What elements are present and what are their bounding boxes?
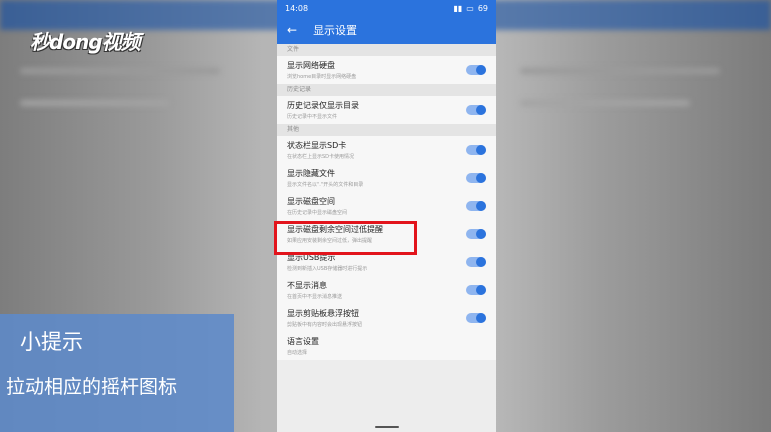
settings-row[interactable]: 显示网络硬盘浏览home目录时显示网络硬盘 bbox=[277, 56, 496, 84]
back-arrow-icon[interactable]: ← bbox=[287, 23, 297, 37]
settings-row-desc: 如果应用安装剩余空间过低，弹出提醒 bbox=[287, 238, 373, 244]
toggle-switch[interactable] bbox=[466, 285, 486, 295]
settings-row-label: 显示剪贴板悬浮按钮 bbox=[287, 309, 359, 318]
settings-row-desc: 在首页中不显示消息推送 bbox=[287, 294, 343, 300]
battery-level: 69 bbox=[477, 3, 488, 13]
signal-icon: ▮▮ bbox=[453, 3, 463, 13]
phone-screen: 14:08 ▮▮ ▭ 69 ← 显示设置 文件显示网络硬盘浏览home目录时显示… bbox=[277, 0, 496, 432]
toggle-switch[interactable] bbox=[466, 65, 486, 75]
toggle-switch[interactable] bbox=[466, 313, 486, 323]
settings-row-text: 显示磁盘剩余空间过低提醒 如果应用安装剩余空间过低，弹出提醒 bbox=[287, 224, 383, 244]
settings-row-desc: 历史记录中不显示文件 bbox=[287, 114, 338, 120]
settings-row[interactable]: 显示USB提示检测到新插入USB存储器时进行提示 bbox=[277, 248, 496, 276]
status-time: 14:08 bbox=[285, 3, 309, 13]
settings-row[interactable]: 历史记录仅显示目录 历史记录中不显示文件 bbox=[277, 96, 496, 124]
settings-row[interactable]: 显示磁盘空间在历史记录中显示磁盘空间 bbox=[277, 192, 496, 220]
blurred-line bbox=[20, 100, 170, 106]
blurred-line bbox=[520, 100, 690, 106]
nav-bar bbox=[277, 422, 496, 432]
settings-row-desc: 浏览home目录时显示网络硬盘 bbox=[287, 74, 357, 80]
settings-row-text: 显示USB提示检测到新插入USB存储器时进行提示 bbox=[287, 252, 367, 272]
settings-row[interactable]: 语言设置 自动选择 bbox=[277, 332, 496, 360]
settings-row-text: 状态栏显示SD卡在状态栏上显示SD卡使用情况 bbox=[287, 140, 354, 160]
settings-row[interactable]: 不显示消息在首页中不显示消息推送 bbox=[277, 276, 496, 304]
toggle-switch[interactable] bbox=[466, 145, 486, 155]
settings-row-label: 语言设置 bbox=[287, 337, 319, 346]
settings-row-desc: 检测到新插入USB存储器时进行提示 bbox=[287, 266, 368, 272]
settings-row-label: 显示USB提示 bbox=[287, 253, 336, 262]
settings-row[interactable]: 显示隐藏文件显示文件名以"."开头的文件和目录 bbox=[277, 164, 496, 192]
settings-list: 文件显示网络硬盘浏览home目录时显示网络硬盘历史记录历史记录仅显示目录 历史记录… bbox=[277, 44, 496, 360]
settings-row-text: 显示网络硬盘浏览home目录时显示网络硬盘 bbox=[287, 60, 356, 80]
settings-row-desc: 显示文件名以"."开头的文件和目录 bbox=[287, 182, 364, 188]
tip-body: 拉动相应的摇杆图标 bbox=[6, 376, 178, 398]
settings-row-label: 状态栏显示SD卡 bbox=[287, 141, 347, 150]
settings-row-text: 显示隐藏文件显示文件名以"."开头的文件和目录 bbox=[287, 168, 363, 188]
section-header: 文件 bbox=[277, 44, 496, 56]
toggle-switch[interactable] bbox=[466, 105, 486, 115]
settings-row-desc: 自动选择 bbox=[287, 350, 308, 356]
blurred-line bbox=[520, 68, 720, 74]
settings-row-desc: 在历史记录中显示磁盘空间 bbox=[287, 210, 348, 216]
settings-row-label: 显示磁盘剩余空间过低提醒 bbox=[287, 225, 383, 234]
settings-row-desc: 在状态栏上显示SD卡使用情况 bbox=[287, 154, 355, 160]
settings-row-label: 历史记录仅显示目录 bbox=[287, 101, 359, 110]
toggle-switch[interactable] bbox=[466, 257, 486, 267]
settings-row[interactable]: 状态栏显示SD卡在状态栏上显示SD卡使用情况 bbox=[277, 136, 496, 164]
toggle-switch[interactable] bbox=[466, 173, 486, 183]
battery-icon: ▭ bbox=[466, 3, 474, 13]
section-header: 历史记录 bbox=[277, 84, 496, 96]
watermark-logo: 秒dong视频 bbox=[30, 30, 141, 54]
app-bar: ← 显示设置 bbox=[277, 16, 496, 44]
page-title: 显示设置 bbox=[313, 24, 358, 37]
toggle-switch[interactable] bbox=[466, 201, 486, 211]
settings-row-text: 显示磁盘空间在历史记录中显示磁盘空间 bbox=[287, 196, 347, 216]
settings-row[interactable]: 显示磁盘剩余空间过低提醒 如果应用安装剩余空间过低，弹出提醒 bbox=[277, 220, 496, 248]
tip-title: 小提示 bbox=[20, 330, 83, 354]
tip-panel: 小提示 拉动相应的摇杆图标 bbox=[0, 314, 234, 432]
settings-row-desc: 剪贴板中有内容时会出现悬浮按钮 bbox=[287, 322, 363, 328]
settings-row-label: 显示网络硬盘 bbox=[287, 61, 335, 70]
settings-row-text: 语言设置 自动选择 bbox=[287, 336, 319, 356]
home-indicator[interactable] bbox=[374, 426, 399, 428]
settings-row-label: 显示隐藏文件 bbox=[287, 169, 335, 178]
settings-row-label: 显示磁盘空间 bbox=[287, 197, 335, 206]
settings-row[interactable]: 显示剪贴板悬浮按钮 剪贴板中有内容时会出现悬浮按钮 bbox=[277, 304, 496, 332]
settings-row-text: 历史记录仅显示目录 历史记录中不显示文件 bbox=[287, 100, 359, 120]
settings-row-text: 显示剪贴板悬浮按钮 剪贴板中有内容时会出现悬浮按钮 bbox=[287, 308, 362, 328]
blurred-line bbox=[20, 68, 220, 74]
settings-row-text: 不显示消息在首页中不显示消息推送 bbox=[287, 280, 342, 300]
toggle-switch[interactable] bbox=[466, 229, 486, 239]
status-bar: 14:08 ▮▮ ▭ 69 bbox=[277, 0, 496, 16]
status-right: ▮▮ ▭ 69 bbox=[453, 4, 488, 13]
section-header: 其他 bbox=[277, 124, 496, 136]
settings-row-label: 不显示消息 bbox=[287, 281, 327, 290]
